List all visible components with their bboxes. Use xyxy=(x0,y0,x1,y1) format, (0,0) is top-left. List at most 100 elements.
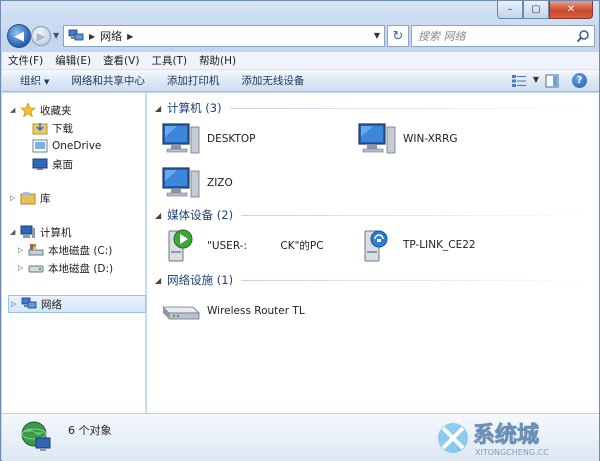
nav-network[interactable]: ▷ 网络 xyxy=(8,295,146,313)
computer-item-win-xrrg[interactable]: WIN-XRRG xyxy=(357,121,458,157)
item-label: ZIZO xyxy=(207,177,233,189)
back-button[interactable]: ◀ xyxy=(7,24,31,48)
star-icon xyxy=(20,103,36,117)
drive-icon xyxy=(28,265,44,273)
expand-arrow-icon[interactable]: ▷ xyxy=(10,194,18,202)
group-divider xyxy=(241,279,595,281)
nav-label: 下载 xyxy=(52,122,73,135)
status-count: 6 个对象 xyxy=(68,424,112,437)
group-title: 计算机 (3) xyxy=(167,101,222,115)
menu-file[interactable]: 文件(F) xyxy=(8,53,43,68)
minimize-button[interactable]: – xyxy=(497,1,523,19)
desktop-icon xyxy=(32,158,48,170)
media-item-user-pc[interactable]: "USER-: CK"的PC xyxy=(161,227,324,263)
router-icon xyxy=(162,306,200,320)
onedrive-icon xyxy=(32,139,48,153)
nav-downloads[interactable]: 下载 xyxy=(2,119,144,137)
address-bar[interactable]: ▶ 网络 ▶ ▼ xyxy=(63,25,385,47)
watermark-logo: 系统城 XITONGCHENG.CC xyxy=(438,422,549,457)
item-label: WIN-XRRG xyxy=(403,133,458,145)
nav-disk-d[interactable]: ▷ 本地磁盘 (D:) xyxy=(2,259,144,277)
nav-label: 本地磁盘 (D:) xyxy=(48,262,114,275)
nav-label: OneDrive xyxy=(52,140,102,152)
item-label: TP-LINK_CE22 xyxy=(403,239,476,251)
menu-bar: 文件(F) 编辑(E) 查看(V) 工具(T) 帮助(H) xyxy=(2,52,599,70)
menu-view[interactable]: 查看(V) xyxy=(103,53,139,68)
nav-favorites[interactable]: ◢ 收藏夹 xyxy=(2,101,144,119)
media-device-icon xyxy=(364,230,388,262)
computer-icon xyxy=(162,167,200,198)
command-bar: 组织 ▼ 网络和共享中心 添加打印机 添加无线设备 ▼ ? xyxy=(2,70,599,92)
search-icon[interactable] xyxy=(576,29,590,43)
expand-arrow-icon[interactable]: ▷ xyxy=(18,246,26,254)
organize-button[interactable]: 组织 ▼ xyxy=(20,73,49,88)
menu-edit[interactable]: 编辑(E) xyxy=(55,53,91,68)
nav-onedrive[interactable]: OneDrive xyxy=(2,137,144,155)
menu-help[interactable]: 帮助(H) xyxy=(199,53,236,68)
breadcrumb-network[interactable]: 网络 xyxy=(100,28,122,44)
nav-disk-c[interactable]: ▷ 本地磁盘 (C:) xyxy=(2,241,144,259)
collapse-arrow-icon[interactable]: ◢ xyxy=(155,104,161,113)
media-server-icon xyxy=(168,229,193,262)
nav-desktop[interactable]: 桌面 xyxy=(2,155,144,173)
maximize-button[interactable]: ▢ xyxy=(523,1,549,19)
library-icon xyxy=(20,192,36,205)
arrow-right-icon: ▶ xyxy=(36,29,46,43)
search-box xyxy=(411,25,595,47)
view-dropdown[interactable]: ▼ xyxy=(533,75,539,84)
item-label: "USER-: CK"的PC xyxy=(207,239,324,252)
group-header-infrastructure[interactable]: ◢ 网络设施 (1) xyxy=(155,272,595,288)
add-printer-button[interactable]: 添加打印机 xyxy=(167,73,220,88)
arrow-left-icon: ◀ xyxy=(14,28,24,44)
watermark-subtext: XITONGCHENG.CC xyxy=(475,448,549,457)
group-title: 网络设施 (1) xyxy=(167,273,234,287)
add-wireless-button[interactable]: 添加无线设备 xyxy=(241,73,304,88)
explorer-window: – ▢ ✕ ◀ ▶ ▼ ▶ 网络 ▶ ▼ ↻ 文件(F) 编 xyxy=(0,0,600,461)
collapse-arrow-icon[interactable]: ◢ xyxy=(10,228,18,236)
nav-libraries[interactable]: ▷ 库 xyxy=(2,189,144,207)
watermark-text: 系统城 xyxy=(473,422,539,448)
status-bar: 6 个对象 系统城 XITONGCHENG.CC xyxy=(2,413,599,461)
group-divider xyxy=(241,214,595,216)
refresh-button[interactable]: ↻ xyxy=(387,25,409,47)
network-center-button[interactable]: 网络和共享中心 xyxy=(71,73,145,88)
recent-pages-dropdown[interactable]: ▼ xyxy=(53,31,59,40)
nav-label: 库 xyxy=(40,192,51,205)
window-controls: – ▢ ✕ xyxy=(497,1,593,19)
forward-button[interactable]: ▶ xyxy=(31,26,51,46)
view-options-icon[interactable] xyxy=(511,74,527,88)
collapse-arrow-icon[interactable]: ◢ xyxy=(155,276,161,285)
computer-item-zizo[interactable]: ZIZO xyxy=(161,165,233,201)
close-button[interactable]: ✕ xyxy=(549,1,593,19)
nav-label: 网络 xyxy=(41,298,62,311)
group-title: 媒体设备 (2) xyxy=(167,208,234,222)
breadcrumb-separator[interactable]: ▶ xyxy=(89,32,95,41)
nav-label: 收藏夹 xyxy=(40,104,72,117)
expand-arrow-icon[interactable]: ▷ xyxy=(18,264,26,272)
search-input[interactable] xyxy=(418,27,578,45)
computer-item-desktop[interactable]: DESKTOP xyxy=(161,121,255,157)
group-header-computers[interactable]: ◢ 计算机 (3) xyxy=(155,100,595,116)
address-dropdown[interactable]: ▼ xyxy=(374,31,380,40)
network-icon xyxy=(21,297,37,309)
media-item-tp-link[interactable]: TP-LINK_CE22 xyxy=(357,227,476,263)
network-globe-icon xyxy=(21,421,51,451)
system-drive-icon xyxy=(28,244,44,256)
preview-pane-icon[interactable] xyxy=(545,74,559,88)
collapse-arrow-icon[interactable]: ◢ xyxy=(10,106,18,114)
group-divider xyxy=(229,107,595,109)
address-row: ◀ ▶ ▼ ▶ 网络 ▶ ▼ ↻ xyxy=(7,23,595,49)
nav-label: 桌面 xyxy=(52,158,73,171)
computer-icon xyxy=(162,123,200,154)
expand-arrow-icon[interactable]: ▷ xyxy=(11,300,19,308)
collapse-arrow-icon[interactable]: ◢ xyxy=(155,211,161,220)
nav-computer[interactable]: ◢ 计算机 xyxy=(2,223,144,241)
group-header-media[interactable]: ◢ 媒体设备 (2) xyxy=(155,207,595,223)
menu-tools[interactable]: 工具(T) xyxy=(151,53,187,68)
breadcrumb-separator[interactable]: ▶ xyxy=(127,32,133,41)
content-pane: ◢ 计算机 (3) DESKTOP WIN-XRRG ZIZO ◢ 媒体设备 (… xyxy=(147,93,599,413)
item-label: DESKTOP xyxy=(207,133,256,145)
help-icon[interactable]: ? xyxy=(572,73,587,88)
computer-icon xyxy=(358,123,396,154)
infrastructure-item-router[interactable]: Wireless Router TL xyxy=(161,293,305,329)
